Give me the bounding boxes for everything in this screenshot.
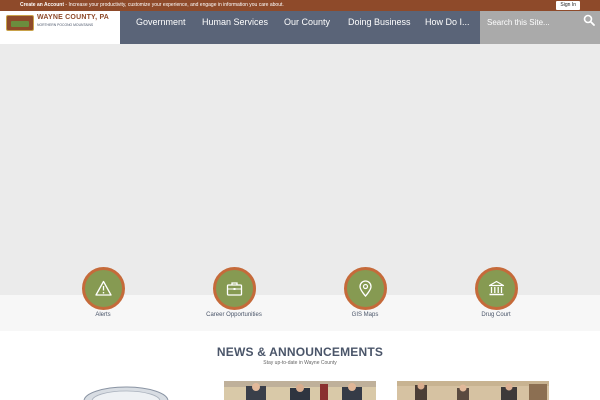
account-message: Create an Account - Increase your produc… [20,0,284,11]
quick-link-alerts[interactable]: Alerts [43,267,163,323]
search-icon[interactable] [583,14,595,26]
county-seal-icon [6,15,34,31]
news-card[interactable] [224,381,376,400]
quick-link-circle [344,267,387,310]
main-nav: Government Human Services Our County Doi… [120,11,480,44]
quick-link-label: Alerts [95,312,111,318]
quick-link-label: Drug Court [481,312,511,318]
news-card-image [50,381,202,400]
news-card-image [397,381,549,400]
nav-item-human-services[interactable]: Human Services [202,11,268,33]
briefcase-icon [226,282,243,296]
news-card[interactable] [50,381,202,400]
account-message-text: - Increase your productivity, customize … [64,2,284,8]
sign-in-button[interactable]: Sign In [556,1,580,10]
news-card[interactable] [397,381,549,400]
create-account-link[interactable]: Create an Account [20,2,64,8]
news-heading: NEWS & ANNOUNCEMENTS [216,345,384,359]
quick-link-circle [475,267,518,310]
logo-title: WAYNE COUNTY, PA [37,14,110,21]
quick-link-label: Career Opportunities [206,312,262,318]
map-pin-icon [359,280,372,297]
quick-link-gis-maps[interactable]: GIS Maps [305,267,425,323]
quick-link-circle [213,267,256,310]
news-card-image [224,381,376,400]
courthouse-icon [488,280,505,296]
logo-subtitle: NORTHERN POCONO MOUNTAINS [37,23,94,27]
quick-link-label: GIS Maps [351,312,379,318]
quick-link-circle [82,267,125,310]
hero-banner [0,44,600,295]
nav-item-our-county[interactable]: Our County [284,11,330,33]
site-header: WAYNE COUNTY, PA NORTHERN POCONO MOUNTAI… [0,11,600,44]
account-bar: Create an Account - Increase your produc… [0,0,600,11]
search-box [480,11,600,44]
warning-icon [95,280,112,296]
logo[interactable]: WAYNE COUNTY, PA NORTHERN POCONO MOUNTAI… [0,11,120,44]
quick-link-career-opportunities[interactable]: Career Opportunities [174,267,294,323]
nav-item-how-do-i[interactable]: How Do I... [425,11,470,33]
nav-item-government[interactable]: Government [136,11,186,33]
quick-link-drug-court[interactable]: Drug Court [436,267,556,323]
nav-item-doing-business[interactable]: Doing Business [348,11,411,33]
news-subheading: Stay up-to-date in Wayne County [263,360,337,366]
search-input[interactable] [487,17,582,28]
